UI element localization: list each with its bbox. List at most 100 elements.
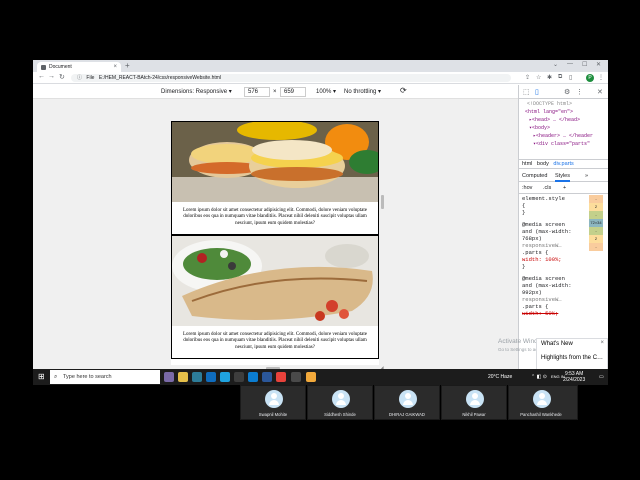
card-caption: Lorem ipsum dolor sit amet consectetur a…: [183, 332, 367, 350]
breadcrumb-item[interactable]: html: [522, 161, 532, 167]
close-devtools-icon[interactable]: ✕: [597, 88, 603, 96]
avatar: [533, 390, 551, 408]
clock-date: 2/24/2023: [563, 377, 586, 383]
close-window-button[interactable]: ✕: [596, 61, 601, 68]
browser-tab[interactable]: Document ×: [37, 62, 121, 72]
style-line: }: [522, 263, 526, 270]
extension-icon[interactable]: ✱: [547, 74, 552, 81]
participant-name: Nikhil Pawar: [462, 412, 486, 417]
settings-icon[interactable]: [234, 372, 244, 382]
participant-tile[interactable]: DHIRAJ GAIKWAD: [374, 385, 440, 420]
style-line[interactable]: width: 50%;: [522, 310, 558, 317]
dom-node[interactable]: ▾<body>: [529, 124, 550, 132]
device-toggle-icon[interactable]: ▯: [535, 88, 539, 96]
bookmark-icon[interactable]: ☆: [536, 74, 541, 81]
taskbar-search-input[interactable]: ⌕ Type here to search: [50, 370, 160, 384]
notification-icon[interactable]: ▭: [599, 369, 604, 385]
store-icon[interactable]: [192, 372, 202, 382]
viewport-height-input[interactable]: 659: [280, 87, 306, 97]
add-rule-button[interactable]: +: [563, 183, 566, 194]
rendered-page: Lorem ipsum dolor sit amet consectetur a…: [171, 121, 379, 365]
dimensions-select[interactable]: Dimensions: Responsive ▾: [161, 88, 232, 96]
hover-state-button[interactable]: :hov: [522, 183, 532, 194]
food-card: Lorem ipsum dolor sit amet consectetur a…: [171, 121, 379, 235]
tab-computed[interactable]: Computed: [522, 171, 547, 182]
avatar: [265, 390, 283, 408]
participant-tile[interactable]: Nikhil Pawar: [441, 385, 507, 420]
dom-node[interactable]: <html lang="en">: [525, 108, 573, 116]
dom-node[interactable]: <!DOCTYPE html>: [527, 100, 572, 108]
settings-icon[interactable]: ⚙: [564, 88, 570, 96]
terminal-icon[interactable]: [262, 372, 272, 382]
more-icon[interactable]: ⋮: [576, 88, 583, 96]
style-line: element.style: [522, 195, 565, 202]
browser-tab-strip: Document × + ⌄ — ☐ ✕: [33, 60, 608, 72]
sidepanel-icon[interactable]: ▯: [569, 74, 572, 81]
elements-tree: <!DOCTYPE html> <html lang="en"> ▸<head>…: [519, 99, 608, 157]
breadcrumb: html body div.parts: [519, 159, 608, 169]
breadcrumb-item-selected[interactable]: div.parts: [553, 161, 573, 167]
responsive-viewport: Lorem ipsum dolor sit amet consectetur a…: [33, 99, 518, 385]
tab-title: Document: [49, 64, 72, 70]
resize-handle-right[interactable]: [381, 195, 384, 209]
rotate-icon[interactable]: ⟳: [400, 87, 407, 95]
screen-share: Document × + ⌄ — ☐ ✕ ← → ↻ ⓘ File E:/HEM…: [33, 60, 608, 385]
chrome-icon[interactable]: [276, 372, 286, 382]
clock[interactable]: 9:53 AM 2/24/2023: [563, 371, 585, 383]
participant-name: Siddhesh Shinde: [324, 412, 356, 417]
throttling-select[interactable]: No throttling ▾: [344, 88, 381, 96]
new-tab-button[interactable]: +: [125, 61, 130, 70]
minimize-button[interactable]: —: [567, 61, 573, 67]
page-icon: [41, 65, 46, 70]
app-icon[interactable]: [306, 372, 316, 382]
class-toggle-button[interactable]: .cls: [543, 183, 551, 194]
more-tabs-icon[interactable]: »: [585, 171, 588, 182]
close-tab-icon[interactable]: ×: [113, 62, 117, 72]
dom-node[interactable]: ▸<head> … </head>: [529, 116, 580, 124]
box-margin: -: [589, 243, 603, 251]
weather-status[interactable]: 20°C Haze: [488, 369, 512, 385]
tab-search-icon[interactable]: ⌄: [553, 61, 558, 68]
whats-new-subtitle[interactable]: Highlights from the C…: [541, 355, 603, 361]
vscode-icon[interactable]: [248, 372, 258, 382]
dom-node[interactable]: ▸<header> … </header: [533, 132, 593, 140]
forward-icon[interactable]: →: [48, 73, 55, 80]
maximize-button[interactable]: ☐: [582, 61, 587, 68]
menu-icon[interactable]: ⋮: [598, 74, 604, 81]
share-icon[interactable]: ⇪: [525, 74, 530, 81]
participant-tile[interactable]: Siddhesh Shinde: [307, 385, 373, 420]
dom-node[interactable]: ▾<div class="parts": [533, 140, 590, 148]
devtools-toolbar: ⬚ ▯ ⚙ ⋮ ✕: [519, 85, 608, 99]
breadcrumb-item[interactable]: body: [537, 161, 549, 167]
close-icon[interactable]: ×: [600, 340, 604, 346]
cortana-icon[interactable]: [164, 372, 174, 382]
tray-icons[interactable]: ⌃ ◧ ⊙: [531, 369, 547, 385]
url-text: E:/HEM_REACT-BAtch-24/css/responsiveWebs…: [98, 75, 222, 81]
style-line[interactable]: width: 100%;: [522, 256, 562, 263]
box-padding: -: [589, 227, 603, 235]
profile-avatar[interactable]: P: [586, 74, 594, 82]
url-input[interactable]: ⓘ File E:/HEM_REACT-BAtch-24/css/respons…: [71, 74, 511, 82]
file-label: File: [86, 75, 95, 81]
food-card: Lorem ipsum dolor sit amet consectetur a…: [171, 235, 379, 359]
windows-start-icon[interactable]: ⊞: [38, 373, 46, 381]
search-icon: ⌕: [54, 374, 58, 380]
wrap-salad-photo: [172, 236, 378, 326]
zoom-select[interactable]: 100% ▾: [316, 88, 336, 96]
participant-tile[interactable]: Swapnil Mohite: [240, 385, 306, 420]
viewport-width-input[interactable]: 576: [244, 87, 270, 97]
box-margin: -: [589, 195, 603, 203]
puzzle-icon[interactable]: ⧉: [558, 74, 562, 81]
participant-tile[interactable]: Panchashil Wankhede: [508, 385, 578, 420]
back-icon[interactable]: ←: [38, 73, 45, 80]
file-explorer-icon[interactable]: [178, 372, 188, 382]
mail-icon[interactable]: [206, 372, 216, 382]
inspect-icon[interactable]: ⬚: [523, 88, 530, 96]
avatar: [466, 390, 484, 408]
reload-icon[interactable]: ↻: [59, 73, 65, 81]
app-icon[interactable]: [291, 372, 301, 382]
address-bar-row: ← → ↻ ⓘ File E:/HEM_REACT-BAtch-24/css/r…: [33, 72, 608, 84]
tab-styles[interactable]: Styles: [555, 171, 570, 182]
edge-icon[interactable]: [220, 372, 230, 382]
dimension-separator: ×: [273, 89, 277, 95]
